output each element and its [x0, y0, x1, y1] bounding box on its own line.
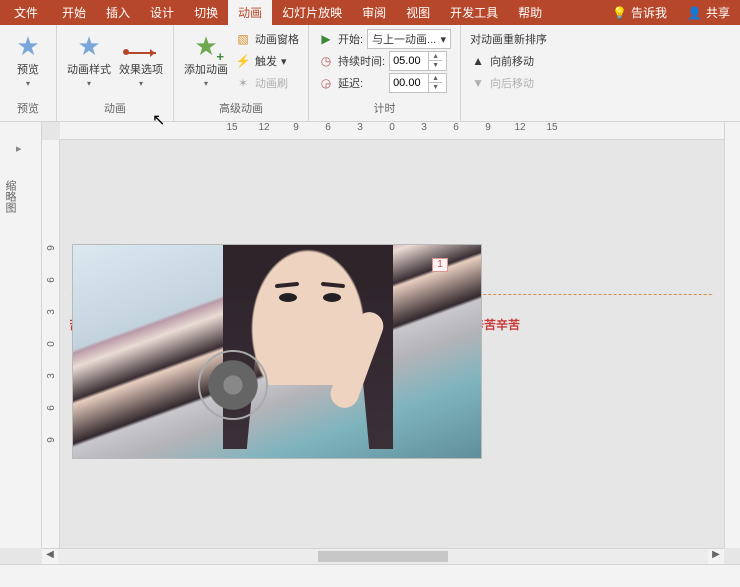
delay-field[interactable]: ▲▼ [389, 73, 447, 93]
duration-label: 持续时间: [338, 53, 385, 69]
star-play-icon: ★ [16, 31, 39, 62]
star-icon: ★ [77, 31, 100, 62]
group-advanced-label: 高级动画 [180, 100, 302, 118]
lightbulb-icon: 💡 [612, 6, 627, 20]
tab-dev[interactable]: 开发工具 [440, 0, 508, 25]
play-icon: ▶ [318, 32, 334, 46]
spin-down-icon[interactable]: ▼ [429, 83, 442, 92]
triangle-up-icon: ▲ [470, 54, 486, 68]
star-add-icon: ★ [194, 31, 217, 62]
slide-canvas[interactable]: 噶嘟噶嘟嘭!再来一首加油我 来 啦噶嘟噶嘟嘭!喳喳嘭!☆☆☆继续继续☆☆☆I L… [70, 150, 714, 538]
animation-tag-right[interactable]: 1 [432, 258, 448, 272]
group-timing-label: 计时 [315, 100, 454, 118]
tab-file[interactable]: 文件 [0, 0, 52, 25]
clock-icon: ◷ [318, 54, 334, 68]
slide: 噶嘟噶嘟嘭!再来一首加油我 来 啦噶嘟噶嘟嘭!喳喳嘭!☆☆☆继续继续☆☆☆I L… [72, 244, 712, 444]
tab-design[interactable]: 设计 [140, 0, 184, 25]
preview-button[interactable]: ★ 预览▾ [6, 28, 50, 92]
effect-options-button[interactable]: 效果选项▾ [115, 28, 167, 92]
move-earlier-button[interactable]: ▲向前移动 [467, 50, 550, 72]
scrollbar-vertical[interactable] [724, 122, 740, 548]
person-icon: 👤 [687, 6, 702, 20]
status-bar [0, 564, 740, 587]
spin-up-icon[interactable]: ▲ [429, 52, 442, 61]
pane-icon: ▧ [235, 32, 251, 46]
tab-home[interactable]: 开始 [52, 0, 96, 25]
animation-painter-button[interactable]: ✶动画刷 [232, 72, 302, 94]
tab-view[interactable]: 视图 [396, 0, 440, 25]
tab-transitions[interactable]: 切换 [184, 0, 228, 25]
thumbnail-label: 缩略图 [2, 180, 18, 213]
triangle-down-icon: ▼ [470, 76, 486, 90]
bolt-icon: ⚡ [235, 54, 251, 68]
tell-me[interactable]: 💡告诉我 [602, 0, 677, 25]
delay-icon: ◶ [318, 76, 334, 90]
inserted-image[interactable] [72, 244, 482, 459]
brush-icon: ✶ [235, 76, 251, 90]
reorder-label: 对动画重新排序 [467, 28, 550, 50]
trigger-button[interactable]: ⚡触发 ▾ [232, 50, 302, 72]
thumbnail-pane-collapsed[interactable]: ▸ 缩略图 [0, 122, 42, 548]
ruler-vertical: 9630369 [42, 140, 60, 548]
group-animation-label: 动画 [63, 100, 167, 118]
title-bar: 文件 开始 插入 设计 切换 动画 幻灯片放映 审阅 视图 开发工具 帮助 💡告… [0, 0, 740, 25]
move-later-button[interactable]: ▼向后移动 [467, 72, 550, 94]
animation-style-button[interactable]: ★ 动画样式▾ [63, 28, 115, 92]
tab-insert[interactable]: 插入 [96, 0, 140, 25]
start-select[interactable]: 与上一动画...▾ [367, 29, 451, 49]
tab-review[interactable]: 审阅 [352, 0, 396, 25]
spin-up-icon[interactable]: ▲ [429, 74, 442, 83]
ruler-horizontal: 151296303691215 [60, 122, 724, 140]
scroll-right-icon[interactable]: ▶ [708, 549, 724, 564]
slide-workarea: ▸ 缩略图 151296303691215 9630369 噶嘟噶嘟嘭!再来一首… [0, 122, 740, 564]
ribbon: ★ 预览▾ 预览 ★ 动画样式▾ 效果选项▾ 动画 ★+ 添加动画▾ ▧动 [0, 25, 740, 122]
motion-line-icon [126, 52, 156, 54]
tab-help[interactable]: 帮助 [508, 0, 552, 25]
tab-animations[interactable]: 动画 [228, 0, 272, 25]
duration-field[interactable]: ▲▼ [389, 51, 447, 71]
tab-slideshow[interactable]: 幻灯片放映 [272, 0, 352, 25]
scroll-left-icon[interactable]: ◀ [42, 549, 58, 564]
share-button[interactable]: 👤共享 [677, 0, 740, 25]
add-animation-button[interactable]: ★+ 添加动画▾ [180, 28, 232, 92]
animation-pane-button[interactable]: ▧动画窗格 [232, 28, 302, 50]
start-label: 开始: [338, 31, 363, 47]
delay-label: 延迟: [338, 75, 363, 91]
expand-icon[interactable]: ▸ [16, 142, 22, 155]
group-preview-label: 预览 [6, 100, 50, 118]
spin-down-icon[interactable]: ▼ [429, 61, 442, 70]
scrollbar-horizontal[interactable]: ◀ ▶ [42, 548, 724, 564]
